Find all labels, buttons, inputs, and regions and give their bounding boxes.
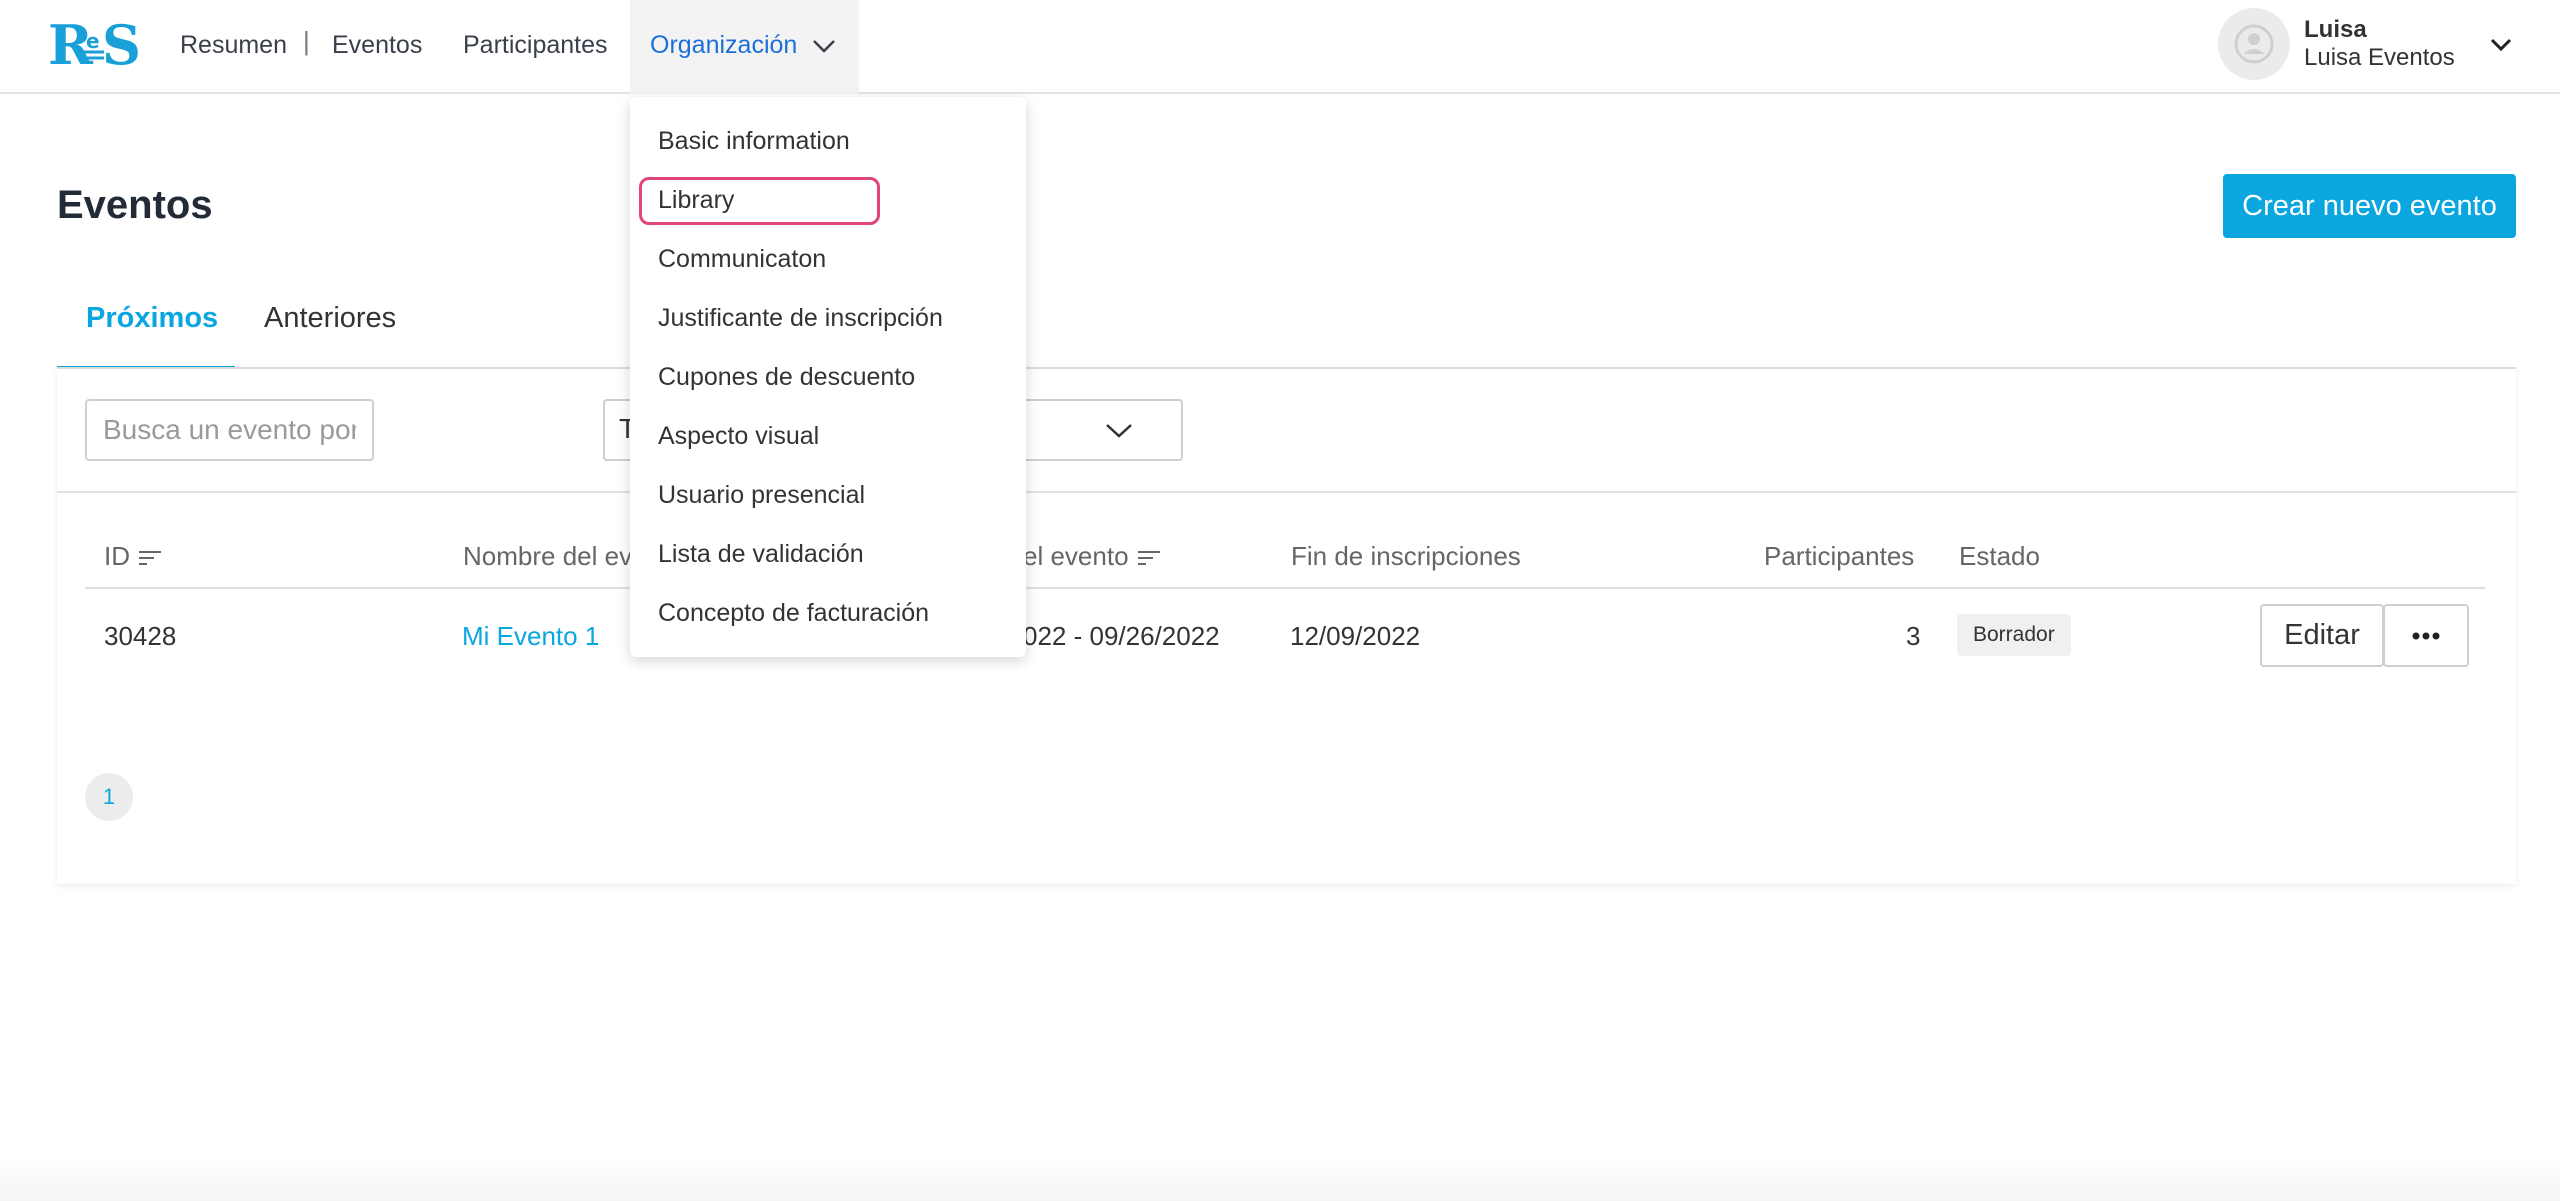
res-logo[interactable]: R S e xyxy=(48,14,140,74)
menu-item-cupones[interactable]: Cupones de descuento xyxy=(658,360,915,394)
nav-organizacion-tab[interactable]: Organización xyxy=(630,0,859,94)
menu-item-usuario-presencial[interactable]: Usuario presencial xyxy=(658,478,865,512)
nav-resumen[interactable]: Resumen xyxy=(180,28,287,62)
chevron-down-icon[interactable] xyxy=(2490,38,2512,52)
event-participants: 3 xyxy=(1906,621,1921,651)
edit-button[interactable]: Editar xyxy=(2260,604,2384,667)
menu-item-library[interactable]: Library xyxy=(658,183,734,217)
more-options-button[interactable] xyxy=(2383,604,2469,667)
chevron-down-icon[interactable] xyxy=(812,38,836,54)
column-header-name[interactable]: Nombre del ev xyxy=(463,539,632,573)
column-header-id-label: ID xyxy=(104,541,130,571)
column-header-id[interactable]: ID xyxy=(104,539,163,573)
column-header-registration-end[interactable]: Fin de inscripciones xyxy=(1291,539,1521,573)
column-header-dates[interactable]: el evento xyxy=(1023,539,1162,573)
menu-item-concepto-facturacion[interactable]: Concepto de facturación xyxy=(658,596,929,630)
column-header-status[interactable]: Estado xyxy=(1959,539,2040,573)
tab-anteriores[interactable]: Anteriores xyxy=(264,298,396,338)
tab-proximos[interactable]: Próximos xyxy=(86,298,218,338)
table-header-divider xyxy=(85,587,2485,589)
svg-text:e: e xyxy=(86,29,100,53)
user-organization: Luisa Eventos xyxy=(2304,44,2455,71)
svg-text:S: S xyxy=(102,14,140,74)
top-navigation-bar: R S e Resumen | Eventos Participantes Or… xyxy=(0,0,2560,94)
nav-participantes[interactable]: Participantes xyxy=(463,28,608,62)
event-id: 30428 xyxy=(104,621,177,651)
menu-item-basic-information[interactable]: Basic information xyxy=(658,124,850,158)
user-icon xyxy=(2234,24,2274,64)
event-registration-end: 12/09/2022 xyxy=(1290,621,1421,651)
filter-divider xyxy=(57,491,2516,493)
menu-item-lista-validacion[interactable]: Lista de validación xyxy=(658,537,864,571)
user-avatar[interactable] xyxy=(2218,8,2290,80)
column-header-dates-label: el evento xyxy=(1023,541,1129,571)
search-input[interactable] xyxy=(85,399,374,461)
chevron-down-icon[interactable] xyxy=(1105,423,1133,439)
create-event-button[interactable]: Crear nuevo evento xyxy=(2223,174,2516,238)
menu-item-aspecto-visual[interactable]: Aspecto visual xyxy=(658,419,819,453)
page-title: Eventos xyxy=(57,183,213,227)
column-header-participants[interactable]: Participantes xyxy=(1764,539,1914,573)
bottom-shadow xyxy=(0,1160,2560,1201)
events-card: T ID Nombre del ev el evento Fin de insc… xyxy=(57,367,2516,884)
event-dates: 022 - 09/26/2022 xyxy=(1023,621,1220,651)
menu-item-justificante[interactable]: Justificante de inscripción xyxy=(658,301,943,335)
organizacion-dropdown-menu: Basic information Library Communicaton J… xyxy=(630,97,1026,657)
user-name: Luisa xyxy=(2304,16,2367,43)
more-horizontal-icon xyxy=(2412,632,2440,639)
status-badge: Borrador xyxy=(1957,614,2071,656)
pagination-page-1[interactable]: 1 xyxy=(85,773,133,821)
event-name-link[interactable]: Mi Evento 1 xyxy=(462,619,599,653)
nav-organizacion-label[interactable]: Organización xyxy=(650,28,797,62)
nav-eventos[interactable]: Eventos xyxy=(332,28,422,62)
sort-icon[interactable] xyxy=(137,548,163,568)
menu-item-communication[interactable]: Communicaton xyxy=(658,242,826,276)
nav-separator: | xyxy=(303,26,310,56)
sort-icon[interactable] xyxy=(1136,548,1162,568)
